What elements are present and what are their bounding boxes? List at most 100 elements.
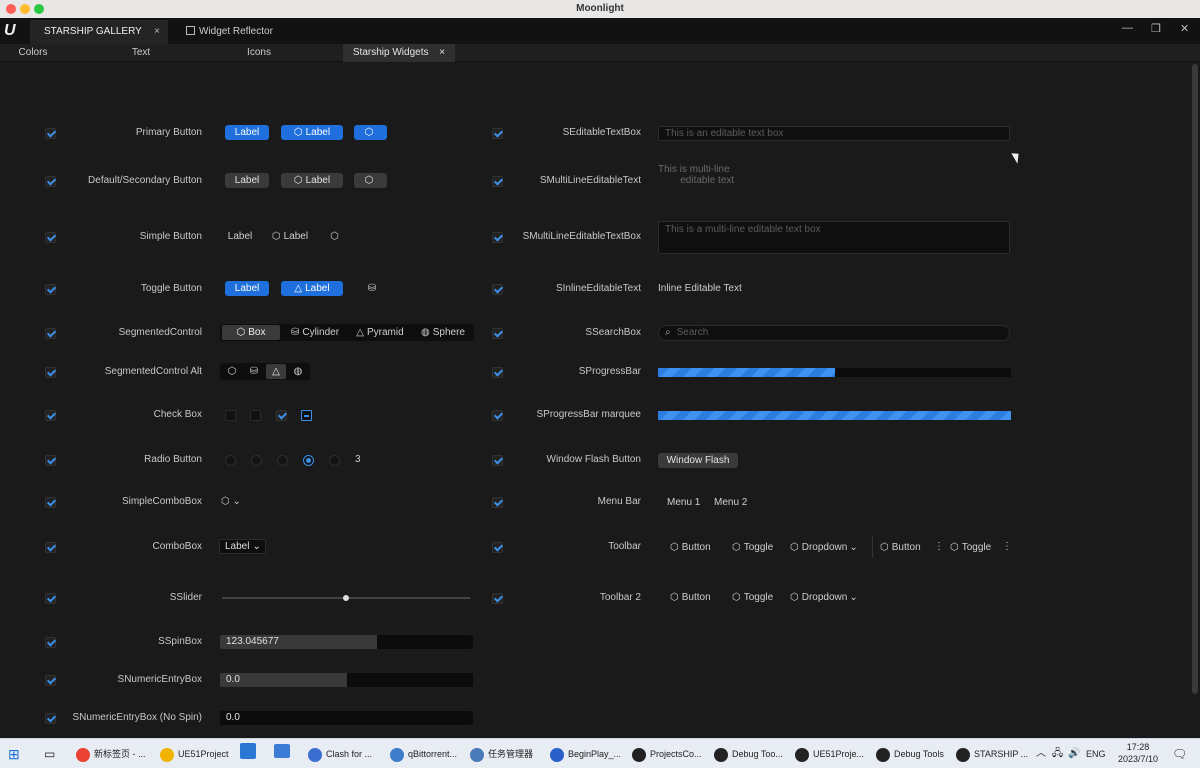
tab-colors[interactable]: Colors bbox=[0, 44, 66, 62]
radio-option[interactable] bbox=[329, 455, 340, 466]
vertical-scrollbar[interactable] bbox=[1192, 64, 1198, 694]
restore-icon[interactable]: ❐ bbox=[1151, 22, 1161, 35]
row-enable-checkbox[interactable] bbox=[45, 232, 56, 243]
row-enable-checkbox[interactable] bbox=[492, 497, 503, 508]
toolbar-item[interactable]: ⬡ Dropdown ⌄ bbox=[790, 542, 858, 553]
sphere-icon[interactable]: ◍ bbox=[288, 364, 308, 379]
simple-icon-label-button[interactable]: ⬡ Label bbox=[266, 229, 314, 244]
tab-icons[interactable]: Icons bbox=[226, 44, 292, 62]
multiline-editable-text[interactable]: This is multi-line editable text bbox=[658, 164, 734, 186]
sample-checkbox[interactable] bbox=[225, 410, 236, 421]
volume-icon[interactable]: 🔊 bbox=[1068, 744, 1080, 764]
sample-checkbox[interactable] bbox=[250, 410, 261, 421]
window-flash-button[interactable]: Window Flash bbox=[658, 453, 738, 468]
segment-box[interactable]: ⬡ Box bbox=[222, 325, 280, 340]
inline-editable-text[interactable]: Inline Editable Text bbox=[658, 283, 742, 294]
radio-option[interactable] bbox=[251, 455, 262, 466]
row-enable-checkbox[interactable] bbox=[45, 328, 56, 339]
toolbar-item[interactable]: ⬡ Toggle bbox=[732, 542, 773, 553]
close-window-icon[interactable]: ✕ bbox=[1180, 22, 1189, 35]
numeric-entry-box[interactable]: 0.0 bbox=[220, 673, 473, 687]
mail-icon[interactable] bbox=[274, 744, 290, 758]
row-enable-checkbox[interactable] bbox=[492, 410, 503, 421]
row-enable-checkbox[interactable] bbox=[492, 128, 503, 139]
toggle-label-button[interactable]: Label bbox=[225, 281, 269, 296]
slider-thumb[interactable] bbox=[343, 595, 349, 601]
editable-text-box[interactable]: This is an editable text box bbox=[658, 126, 1010, 141]
row-enable-checkbox[interactable] bbox=[45, 637, 56, 648]
row-enable-checkbox[interactable] bbox=[492, 284, 503, 295]
tab-text[interactable]: Text bbox=[108, 44, 174, 62]
sample-checkbox[interactable] bbox=[276, 410, 287, 421]
row-enable-checkbox[interactable] bbox=[492, 455, 503, 466]
row-enable-checkbox[interactable] bbox=[492, 542, 503, 553]
toolbar2-item[interactable]: ⬡ Toggle bbox=[732, 592, 773, 603]
toolbar-item[interactable]: ⬡ Button bbox=[880, 542, 921, 553]
radio-option[interactable] bbox=[225, 455, 236, 466]
close-icon[interactable]: × bbox=[154, 20, 160, 44]
task-view-icon[interactable]: ▭ bbox=[44, 744, 55, 764]
row-enable-checkbox[interactable] bbox=[45, 675, 56, 686]
primary-label-button[interactable]: Label bbox=[225, 125, 269, 140]
secondary-icon-label-button[interactable]: ⬡ Label bbox=[281, 173, 343, 188]
close-icon[interactable]: × bbox=[439, 47, 445, 58]
row-enable-checkbox[interactable] bbox=[492, 328, 503, 339]
numeric-entry-box-no-spin[interactable]: 0.0 bbox=[220, 711, 473, 725]
row-enable-checkbox[interactable] bbox=[45, 593, 56, 604]
toolbar-item[interactable]: ⬡ Toggle bbox=[950, 542, 991, 553]
toolbar-item[interactable]: ⬡ Button bbox=[670, 542, 711, 553]
taskbar-app[interactable]: 任务管理器 bbox=[470, 744, 533, 764]
search-box[interactable]: ⌕ Search bbox=[658, 325, 1010, 341]
taskbar-app[interactable]: qBittorrent... bbox=[390, 744, 457, 764]
row-enable-checkbox[interactable] bbox=[492, 367, 503, 378]
spin-box[interactable]: 123.045677 bbox=[220, 635, 473, 649]
secondary-icon-button[interactable]: ⬡ bbox=[354, 173, 387, 188]
menu-item[interactable]: Menu 2 bbox=[714, 497, 747, 508]
segmented-control-alt[interactable]: ⬡ ⛁ △ ◍ bbox=[220, 363, 310, 380]
notification-icon[interactable]: 🗨 bbox=[1172, 744, 1187, 764]
simple-combo-box[interactable]: ⬡ ⌄ bbox=[221, 496, 241, 507]
store-icon[interactable] bbox=[240, 743, 256, 759]
tray-chevron-icon[interactable]: ︿ bbox=[1036, 744, 1046, 764]
tab-widget-reflector[interactable]: Widget Reflector bbox=[172, 20, 302, 44]
row-enable-checkbox[interactable] bbox=[45, 367, 56, 378]
radio-option[interactable] bbox=[277, 455, 288, 466]
minimize-icon[interactable]: — bbox=[1122, 22, 1133, 34]
row-enable-checkbox[interactable] bbox=[492, 593, 503, 604]
multiline-editable-text-box[interactable]: This is a multi-line editable text box bbox=[658, 221, 1010, 254]
minimize-traffic-light[interactable] bbox=[20, 4, 30, 14]
primary-icon-label-button[interactable]: ⬡ Label bbox=[281, 125, 343, 140]
segment-pyramid[interactable]: △ Pyramid bbox=[350, 325, 410, 340]
taskbar-app[interactable]: STARSHIP ... bbox=[956, 744, 1028, 764]
toolbar2-item[interactable]: ⬡ Dropdown ⌄ bbox=[790, 592, 858, 603]
row-enable-checkbox[interactable] bbox=[45, 713, 56, 724]
toggle-icon-label-button[interactable]: △ Label bbox=[281, 281, 343, 296]
taskbar-app[interactable]: Clash for ... bbox=[308, 744, 372, 764]
segment-sphere[interactable]: ◍ Sphere bbox=[414, 325, 472, 340]
taskbar-app[interactable]: BeginPlay_... bbox=[550, 744, 621, 764]
close-traffic-light[interactable] bbox=[6, 4, 16, 14]
language-indicator[interactable]: ENG bbox=[1086, 744, 1106, 764]
zoom-traffic-light[interactable] bbox=[34, 4, 44, 14]
combo-box[interactable]: Label ⌄ bbox=[219, 539, 266, 554]
more-options-icon[interactable]: ⋮ bbox=[1002, 541, 1012, 552]
radio-option[interactable] bbox=[303, 455, 314, 466]
box-icon[interactable]: ⬡ bbox=[222, 364, 242, 379]
row-enable-checkbox[interactable] bbox=[492, 232, 503, 243]
clock[interactable]: 17:28 2023/7/10 bbox=[1118, 741, 1158, 764]
row-enable-checkbox[interactable] bbox=[492, 176, 503, 187]
menu-item[interactable]: Menu 1 bbox=[667, 497, 700, 508]
more-options-icon[interactable]: ⋮ bbox=[934, 541, 944, 552]
row-enable-checkbox[interactable] bbox=[45, 176, 56, 187]
simple-icon-button[interactable]: ⬡ bbox=[326, 229, 346, 244]
cylinder-toggle-icon[interactable]: ⛁ bbox=[362, 281, 382, 296]
toolbar2-item[interactable]: ⬡ Button bbox=[670, 592, 711, 603]
tab-starship-gallery[interactable]: STARSHIP GALLERY × bbox=[30, 20, 168, 44]
row-enable-checkbox[interactable] bbox=[45, 497, 56, 508]
pyramid-icon[interactable]: △ bbox=[266, 364, 286, 379]
segmented-control[interactable]: ⬡ Box ⛁ Cylinder △ Pyramid ◍ Sphere bbox=[220, 324, 474, 341]
taskbar-app[interactable]: Debug Too... bbox=[714, 744, 783, 764]
primary-icon-button[interactable]: ⬡ bbox=[354, 125, 387, 140]
sample-checkbox[interactable] bbox=[301, 410, 312, 421]
windows-start-icon[interactable]: ⊞ bbox=[8, 744, 20, 764]
